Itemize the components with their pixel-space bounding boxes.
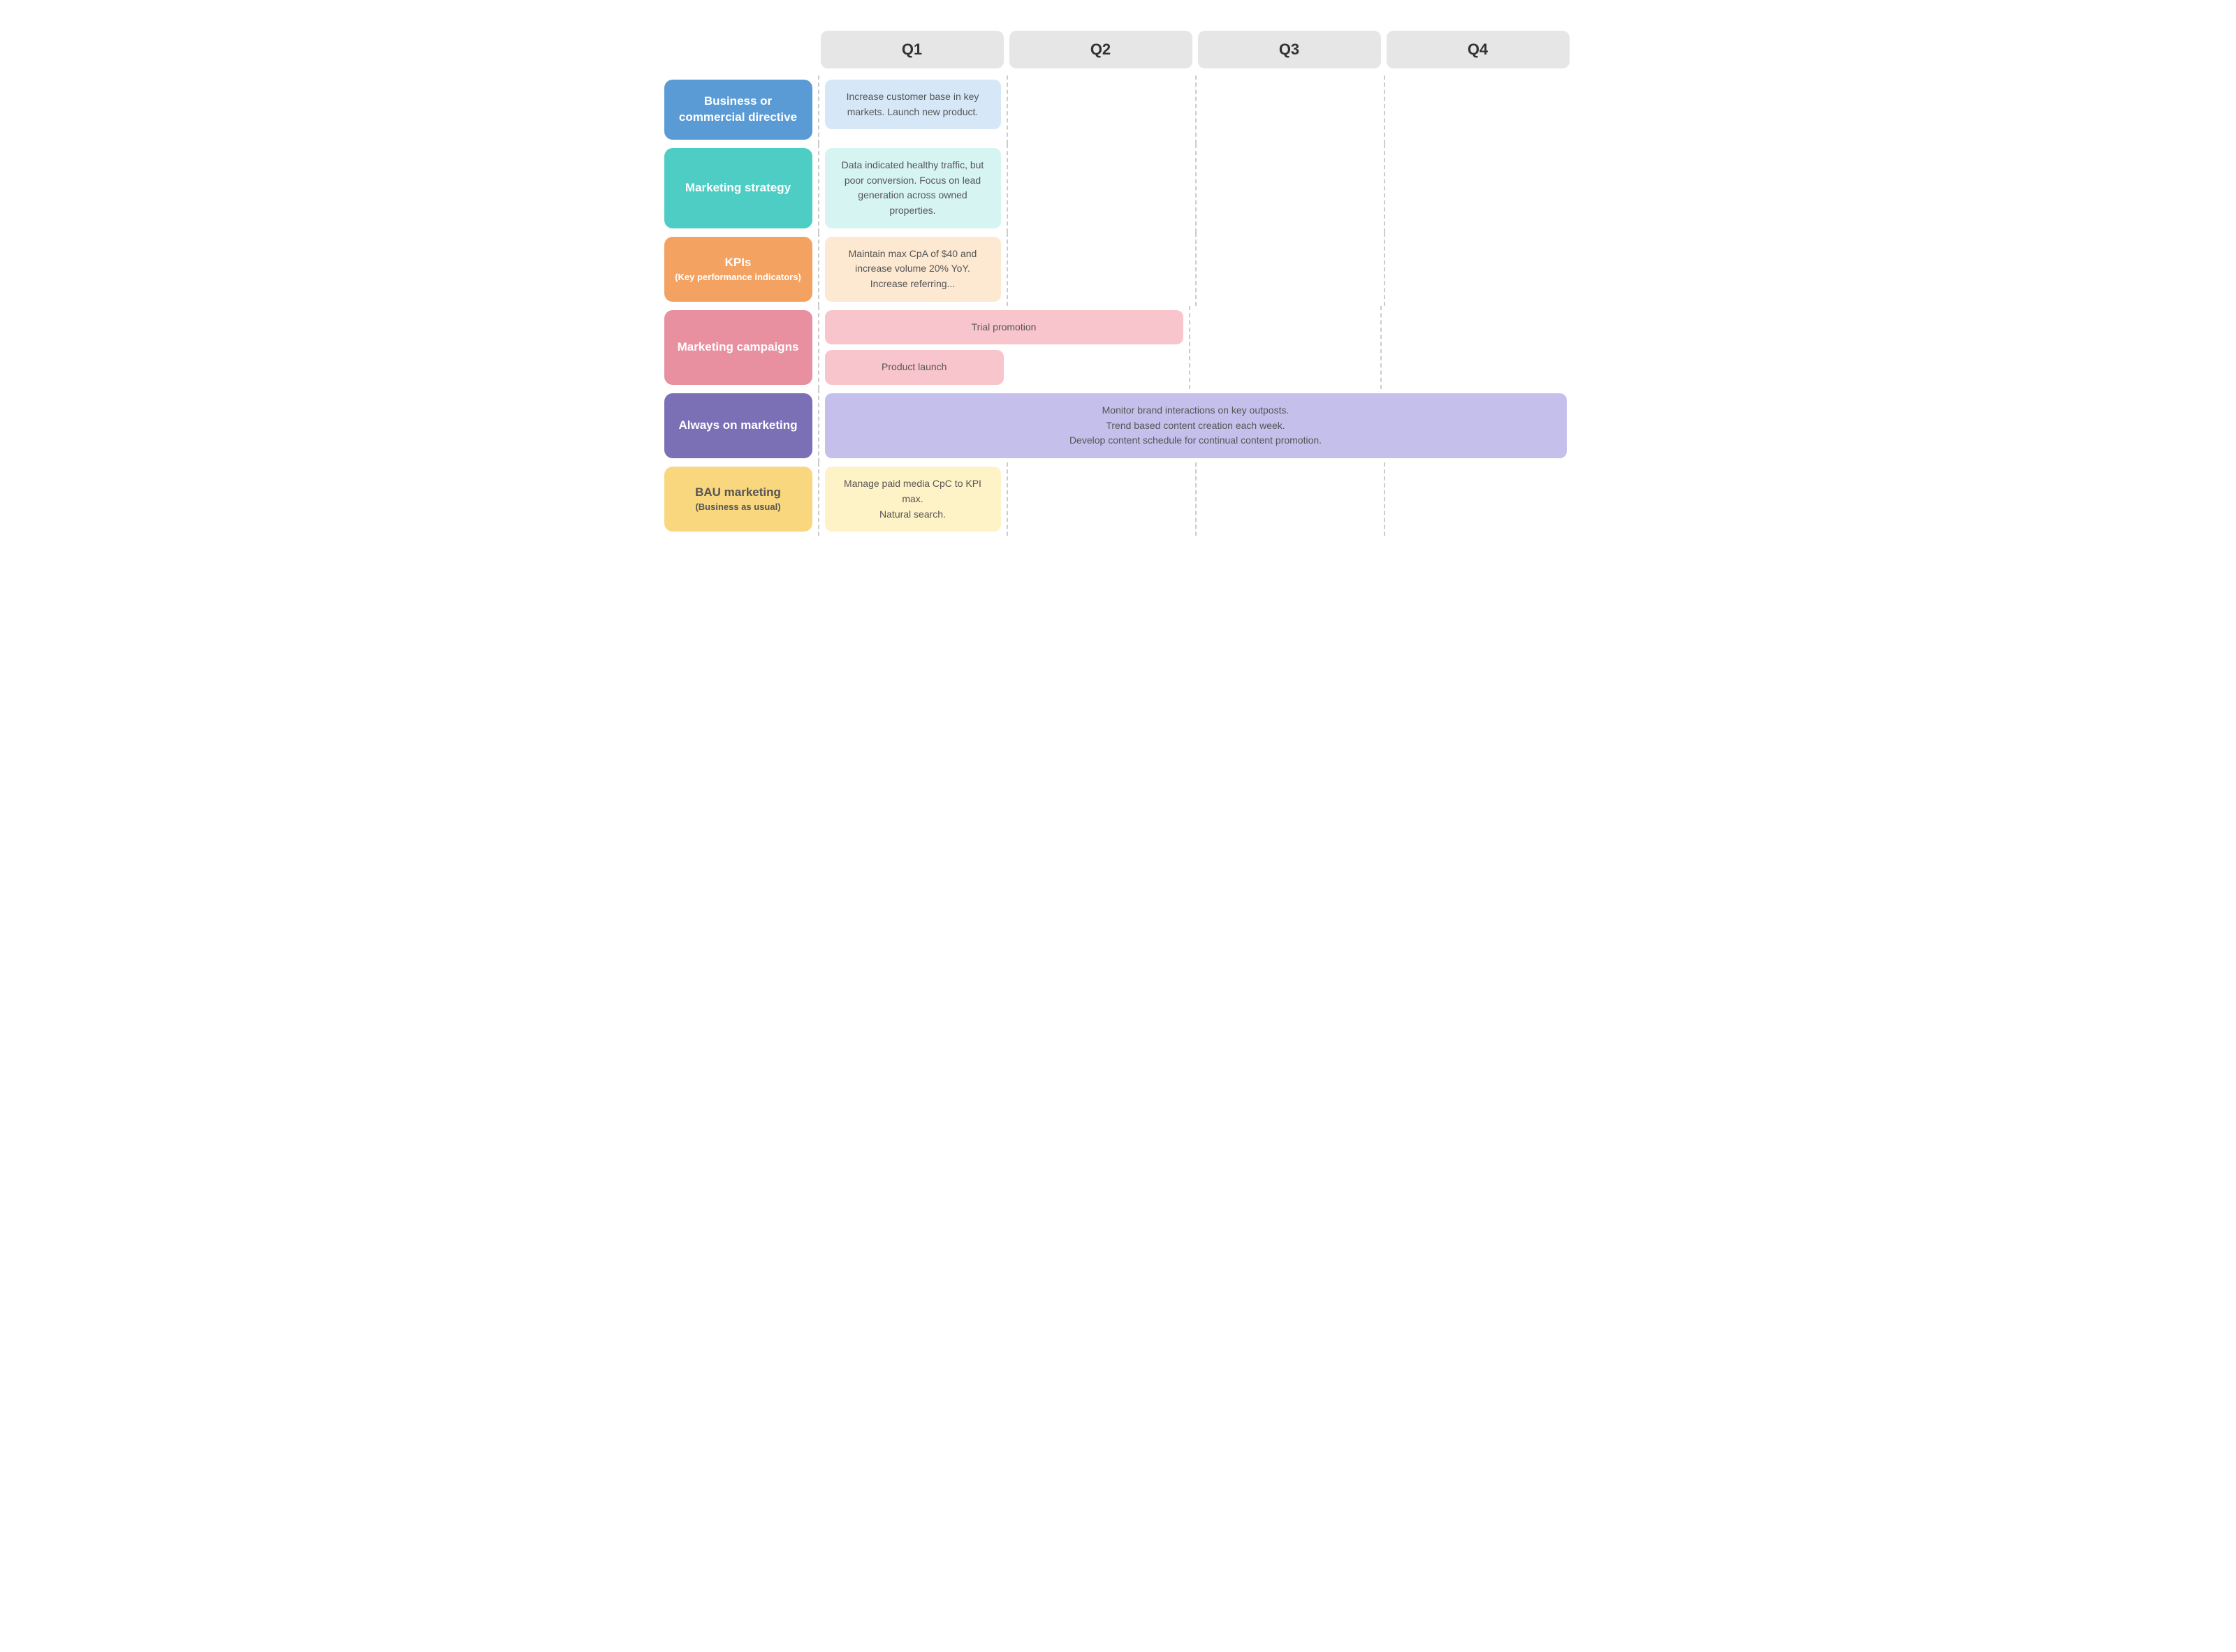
label-col-kpis: KPIs (Key performance indicators) — [664, 233, 818, 306]
cell-campaigns-q1q2: Trial promotion Product launch — [818, 306, 1189, 389]
cell-campaigns-q3 — [1189, 306, 1381, 389]
header-q3: Q3 — [1195, 28, 1384, 71]
label-marketing-strategy: Marketing strategy — [664, 148, 812, 228]
cell-bau-q3 — [1195, 462, 1384, 536]
q2-label: Q2 — [1009, 31, 1192, 68]
label-col-bau: BAU marketing (Business as usual) — [664, 462, 818, 536]
label-col-strategy: Marketing strategy — [664, 144, 818, 233]
content-kpis-q1: Maintain max CpA of $40 and increase vol… — [825, 237, 1001, 302]
cell-kpis-q1: Maintain max CpA of $40 and increase vol… — [818, 233, 1007, 306]
cell-strategy-q1: Data indicated healthy traffic, but poor… — [818, 144, 1007, 233]
q1-label: Q1 — [821, 31, 1004, 68]
content-strategy-q1: Data indicated healthy traffic, but poor… — [825, 148, 1001, 228]
header-q4: Q4 — [1384, 28, 1572, 71]
q3-label: Q3 — [1198, 31, 1381, 68]
label-col-always-on: Always on marketing — [664, 389, 818, 462]
cell-always-on-all: Monitor brand interactions on key outpos… — [818, 389, 1572, 462]
cell-campaigns-q4 — [1380, 306, 1572, 389]
cell-kpis-q2 — [1007, 233, 1195, 306]
q4-label: Q4 — [1387, 31, 1570, 68]
cell-strategy-q4 — [1384, 144, 1572, 233]
label-kpis: KPIs (Key performance indicators) — [664, 237, 812, 302]
content-trial-promotion: Trial promotion — [825, 310, 1183, 345]
cell-kpis-q4 — [1384, 233, 1572, 306]
header-empty — [664, 28, 818, 71]
row-campaigns: Marketing campaigns Trial promotion Prod… — [664, 306, 1572, 389]
cell-business-q2 — [1007, 75, 1195, 144]
row-kpis: KPIs (Key performance indicators) Mainta… — [664, 233, 1572, 306]
label-campaigns: Marketing campaigns — [664, 310, 812, 385]
cell-bau-q2 — [1007, 462, 1195, 536]
label-business-directive: Business or commercial directive — [664, 80, 812, 140]
header-row: Q1 Q2 Q3 Q4 — [664, 28, 1572, 71]
content-bau-q1: Manage paid media CpC to KPI max. Natura… — [825, 467, 1001, 532]
label-always-on: Always on marketing — [664, 393, 812, 458]
content-product-launch: Product launch — [825, 350, 1004, 385]
cell-business-q4 — [1384, 75, 1572, 144]
cell-business-q1: Increase customer base in key markets. L… — [818, 75, 1007, 144]
header-q2: Q2 — [1007, 28, 1195, 71]
header-q1: Q1 — [818, 28, 1007, 71]
cell-strategy-q3 — [1195, 144, 1384, 233]
row-marketing-strategy: Marketing strategy Data indicated health… — [664, 144, 1572, 233]
label-col-business: Business or commercial directive — [664, 75, 818, 144]
content-business-q1: Increase customer base in key markets. L… — [825, 80, 1001, 129]
row-always-on: Always on marketing Monitor brand intera… — [664, 389, 1572, 462]
label-col-campaigns: Marketing campaigns — [664, 306, 818, 389]
roadmap-table: Q1 Q2 Q3 Q4 Business or commercial direc… — [664, 28, 1572, 536]
row-business-directive: Business or commercial directive Increas… — [664, 75, 1572, 144]
cell-bau-q1: Manage paid media CpC to KPI max. Natura… — [818, 462, 1007, 536]
cell-kpis-q3 — [1195, 233, 1384, 306]
content-always-on: Monitor brand interactions on key outpos… — [825, 393, 1567, 458]
row-bau: BAU marketing (Business as usual) Manage… — [664, 462, 1572, 536]
cell-business-q3 — [1195, 75, 1384, 144]
label-bau: BAU marketing (Business as usual) — [664, 467, 812, 532]
cell-bau-q4 — [1384, 462, 1572, 536]
cell-strategy-q2 — [1007, 144, 1195, 233]
